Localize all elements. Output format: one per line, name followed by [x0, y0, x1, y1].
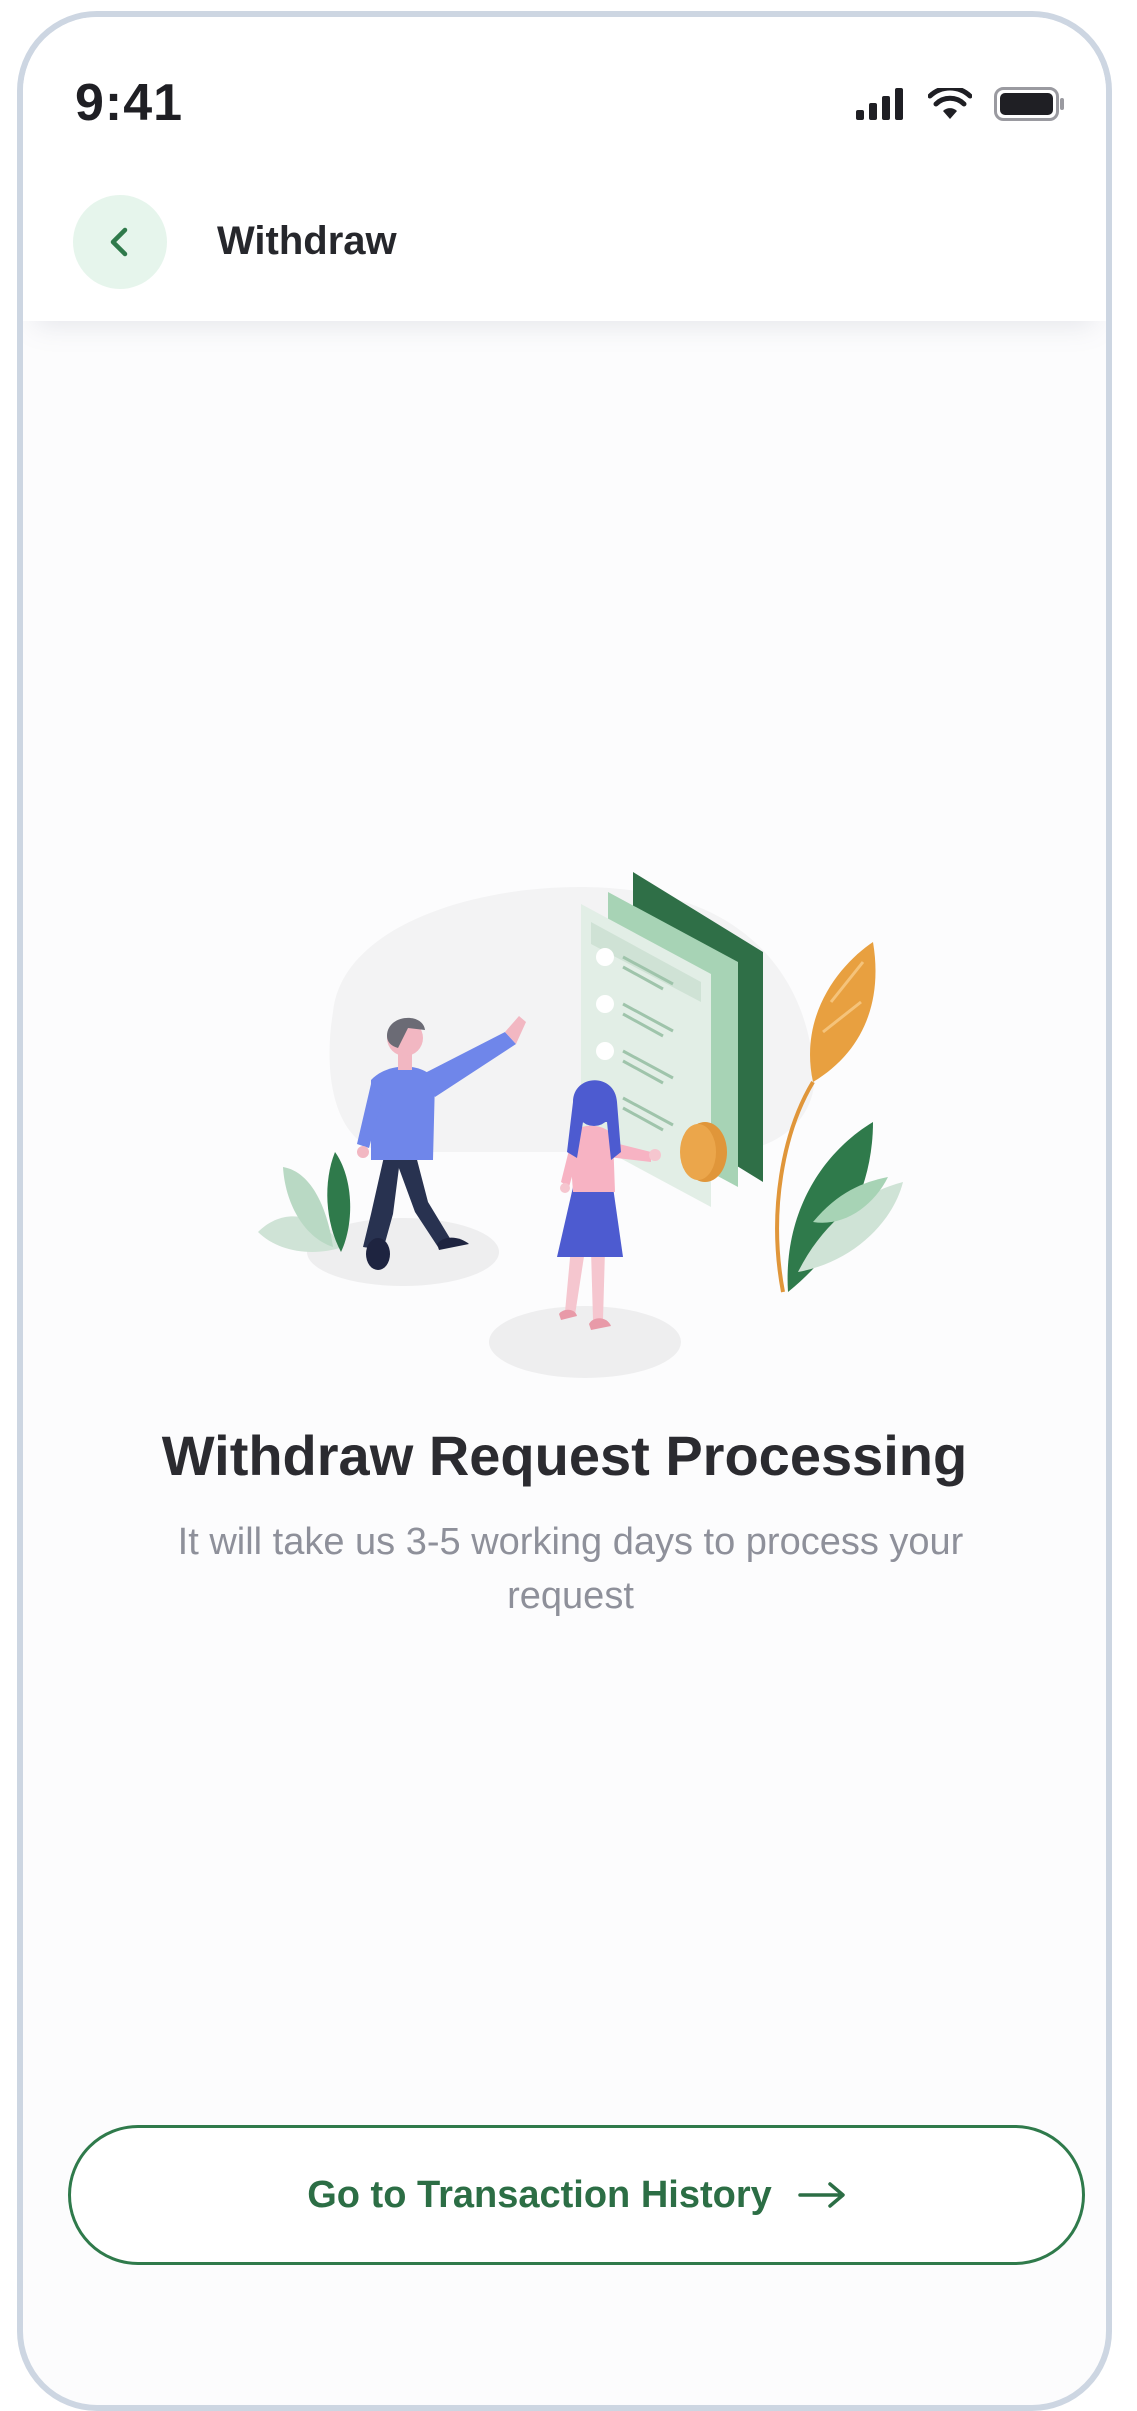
- arrow-right-icon: [798, 2182, 845, 2208]
- status-time: 9:41: [75, 74, 184, 132]
- wifi-icon: [928, 88, 972, 119]
- status-subtitle: It will take us 3-5 working days to proc…: [177, 1521, 964, 1617]
- phone-frame: 9:41 Withdraw Withdraw Request Processin…: [17, 11, 1112, 2411]
- battery-icon: [994, 87, 1064, 121]
- page-title: Withdraw: [217, 219, 397, 263]
- app-header: Withdraw: [23, 157, 1106, 321]
- withdraw-processing-illustration: [258, 872, 903, 1378]
- back-button[interactable]: [73, 195, 167, 289]
- cta-label: Go to Transaction History: [307, 2173, 772, 2216]
- go-to-transaction-history-button[interactable]: Go to Transaction History: [68, 2125, 1085, 2265]
- status-title: Withdraw Request Processing: [161, 1424, 968, 1487]
- status-icons: [856, 87, 1066, 121]
- signal-icon: [856, 88, 903, 120]
- chevron-left-icon: [110, 227, 128, 257]
